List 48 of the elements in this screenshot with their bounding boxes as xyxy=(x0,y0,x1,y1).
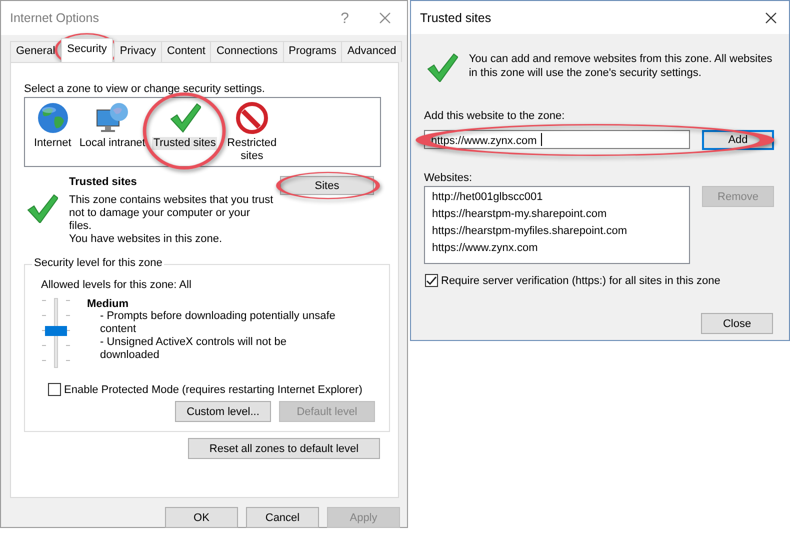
website-field[interactable]: https://www.zynx.com xyxy=(424,130,690,149)
tab[interactable]: General xyxy=(10,41,62,62)
info-text: You can add and remove websites from this zone. All websites in this zone will use the zone's security settings. xyxy=(468,52,774,81)
close-icon xyxy=(765,12,777,24)
zone-note: You have websites in this zone. xyxy=(69,233,224,246)
checkbox[interactable] xyxy=(425,274,438,287)
close-icon xyxy=(379,12,391,24)
checkbox[interactable] xyxy=(48,383,61,396)
globe-icon xyxy=(36,102,69,134)
monitor-globe-icon xyxy=(96,102,128,134)
checkbox-label: Enable Protected Mode (requires restarting Internet Explorer) xyxy=(64,384,362,396)
list-item[interactable]: https://hearstpm-myfiles.sharepoint.com xyxy=(432,223,682,240)
checkmark-icon xyxy=(426,276,437,286)
level-detail: - Unsigned ActiveX controls will not be downloaded xyxy=(99,336,288,362)
no-entry-icon xyxy=(236,102,268,134)
zone-item[interactable]: Restricted sites xyxy=(222,137,281,163)
zone-description: This zone contains websites that you trust not to damage your computer or your files. xyxy=(69,194,274,233)
tab[interactable]: Security xyxy=(61,38,113,62)
checkbox-label: Require server verification (https:) for all sites in this zone xyxy=(441,274,720,286)
list-item[interactable]: https://www.zynx.com xyxy=(432,240,682,257)
zone-item[interactable]: Trusted sites xyxy=(152,137,217,150)
window-title: Trusted sites xyxy=(420,10,492,24)
tab[interactable]: Advanced xyxy=(341,41,402,62)
field-label: Add this website to the zone: xyxy=(424,110,566,122)
help-button[interactable]: ? xyxy=(340,10,349,26)
list-item[interactable]: http://het001glbscc001 xyxy=(432,189,682,206)
checkmark-icon xyxy=(168,102,201,134)
button[interactable]: Custom level... xyxy=(175,401,271,422)
list-item[interactable]: https://hearstpm-my.sharepoint.com xyxy=(432,206,682,223)
window-title: Internet Options xyxy=(10,11,99,25)
sites-button[interactable]: Sites xyxy=(280,176,374,195)
button[interactable]: OK xyxy=(165,507,238,528)
list-label: Websites: xyxy=(424,172,474,184)
level-name: Medium xyxy=(87,298,129,310)
zone-title: Trusted sites xyxy=(69,176,138,189)
button[interactable]: Cancel xyxy=(246,507,319,528)
slider-thumb[interactable] xyxy=(45,326,67,336)
zone-item[interactable]: Local intranet xyxy=(78,137,146,150)
button[interactable]: Reset all zones to default level xyxy=(188,438,380,459)
button[interactable]: Close xyxy=(701,313,773,334)
group-label: Security level for this zone xyxy=(32,257,164,269)
checkmark-icon xyxy=(26,193,58,223)
allowed-levels-text: Allowed levels for this zone: All xyxy=(41,279,192,291)
instruction-text: Select a zone to view or change security settings. xyxy=(24,83,266,95)
zone-item[interactable]: Internet xyxy=(33,137,72,150)
level-detail: - Prompts before downloading potentially unsafe content xyxy=(99,310,336,336)
tab[interactable]: Privacy xyxy=(114,41,162,62)
checkmark-icon xyxy=(426,52,458,82)
